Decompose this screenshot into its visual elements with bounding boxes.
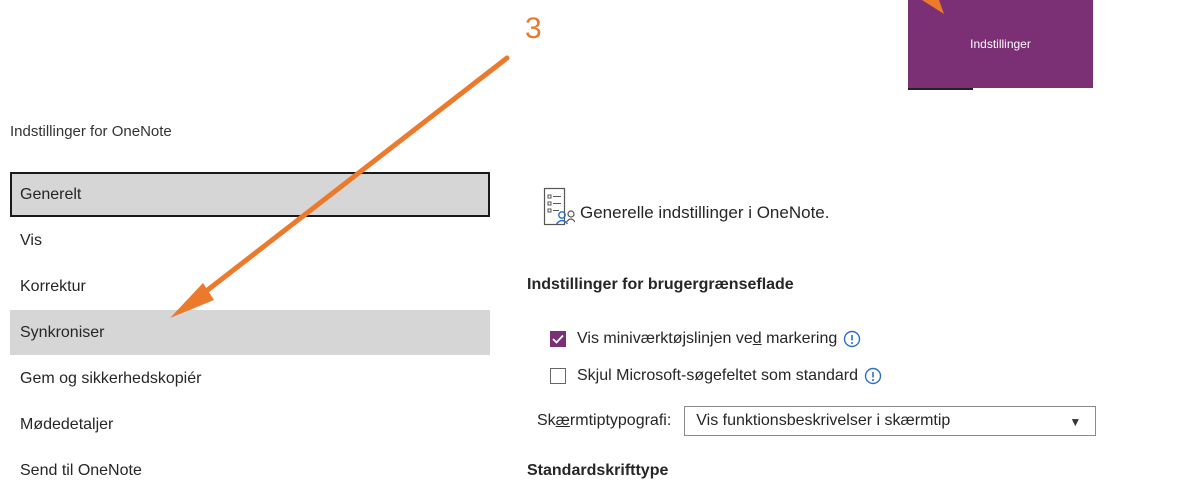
dialog-title: Indstillinger for OneNote [10, 123, 172, 140]
annotation-step-number: 3 [525, 12, 542, 45]
ui-options-heading: Indstillinger for brugergrænseflade [527, 276, 794, 293]
mini-toolbar-label: Vis miniværktøjslinjen ved markering [577, 330, 837, 348]
screentip-label-mnemonic: æ [555, 412, 570, 429]
nav-item-label: Synkroniser [20, 324, 105, 341]
general-settings-icon [543, 187, 575, 226]
default-font-heading: Standardskrifttype [527, 462, 669, 479]
pane-heading: Generelle indstillinger i OneNote. [580, 203, 830, 222]
nav-item-modedetaljer[interactable]: Mødedetaljer [10, 402, 490, 447]
hide-search-label: Skjul Microsoft-søgefeltet som standard [577, 367, 858, 384]
nav-item-send-til-onenote[interactable]: Send til OneNote [10, 448, 490, 493]
nav-item-vis[interactable]: Vis [10, 218, 490, 263]
nav-item-label: Korrektur [20, 278, 86, 295]
ribbon-divider [908, 88, 973, 90]
screentip-label-part: rmtiptypografi: [569, 412, 672, 429]
nav-item-label: Gem og sikkerhedskopiér [20, 370, 202, 387]
screentip-row: Skærmtiptypografi: Vis funktionsbeskrive… [537, 406, 1097, 436]
option-label-part: markering [761, 330, 838, 347]
hide-search-option: Skjul Microsoft-søgefeltet som standard [550, 367, 882, 385]
nav-item-korrektur[interactable]: Korrektur [10, 264, 490, 309]
nav-item-label: Mødedetaljer [20, 416, 114, 433]
info-icon[interactable] [864, 367, 882, 385]
screentip-style-value: Vis funktionsbeskrivelser i skærmtip [696, 412, 951, 429]
nav-item-gem[interactable]: Gem og sikkerhedskopiér [10, 356, 490, 401]
mini-toolbar-checkbox[interactable] [550, 331, 566, 347]
chevron-down-icon: ▼ [1069, 415, 1082, 429]
info-icon[interactable] [843, 330, 861, 348]
nav-item-generelt[interactable]: Generelt [10, 172, 490, 217]
option-label-part: Vis miniværktøjslinjen ve [577, 330, 753, 347]
settings-ribbon-button-label: Indstillinger [970, 37, 1031, 51]
nav-item-label: Generelt [20, 186, 82, 203]
screentip-label-part: Sk [537, 412, 556, 429]
checkmark-icon [552, 334, 564, 344]
hide-search-checkbox[interactable] [550, 368, 566, 384]
screentip-style-dropdown[interactable]: Vis funktionsbeskrivelser i skærmtip ▼ [684, 406, 1097, 436]
mini-toolbar-option: Vis miniværktøjslinjen ved markering [550, 330, 861, 348]
screentip-label: Skærmtiptypografi: [537, 412, 671, 430]
nav-item-synkroniser[interactable]: Synkroniser [10, 310, 490, 355]
nav-item-label: Send til OneNote [20, 462, 142, 479]
settings-ribbon-button[interactable]: Indstillinger [908, 0, 1093, 88]
option-label-mnemonic: d [752, 330, 762, 347]
options-nav: Generelt Vis Korrektur Synkroniser Gem o… [10, 172, 490, 493]
nav-item-label: Vis [20, 232, 42, 249]
